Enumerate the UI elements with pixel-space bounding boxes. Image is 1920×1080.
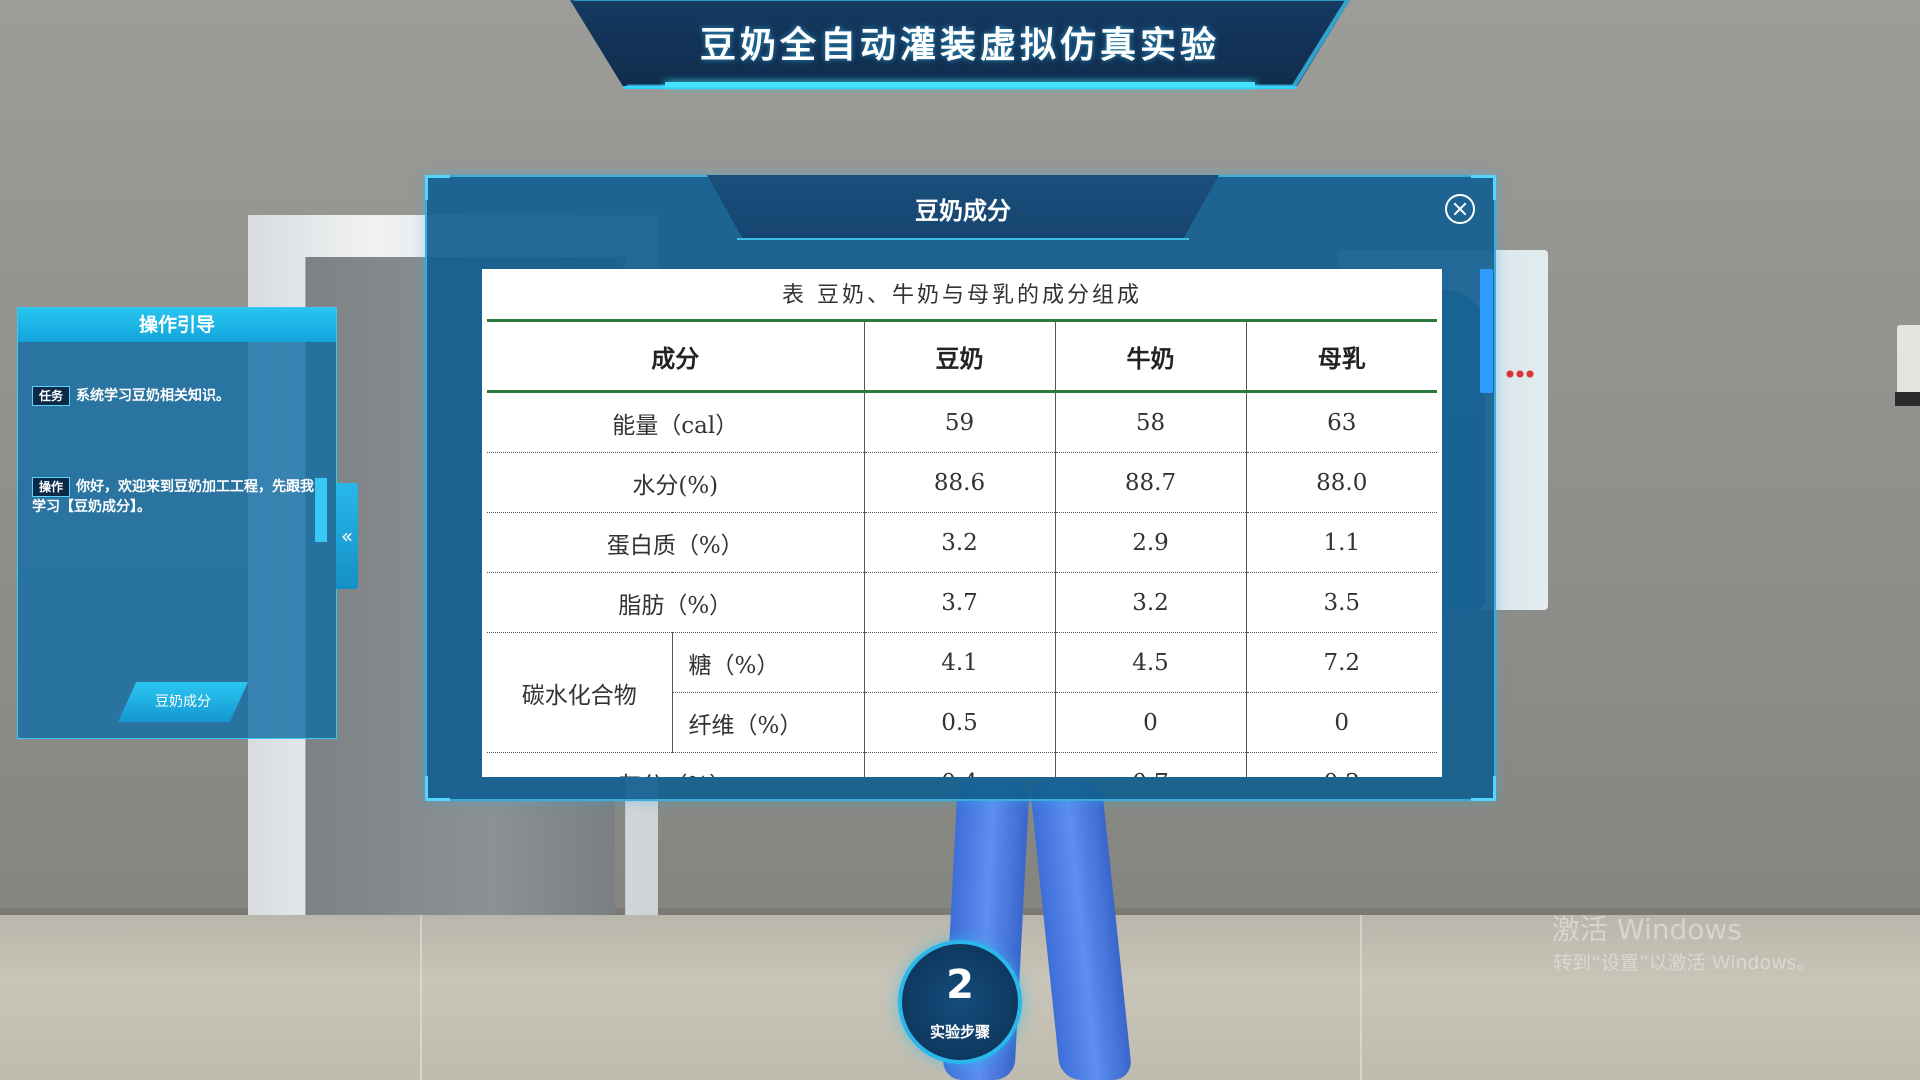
table-cell: 3.7 [864,572,1056,633]
group-label: 碳水化合物 [487,632,673,753]
table-cell: 59 [864,391,1056,453]
column-header: 豆奶 [864,319,1056,393]
close-icon[interactable] [1445,194,1475,224]
table-cell: 3.5 [1246,572,1437,633]
operation-guide-panel: 操作引导 任务 系统学习豆奶相关知识。 操作 你好，欢迎来到豆奶加工工程，先跟我学习… [17,307,337,739]
floor-seam [420,915,422,1080]
modal-corner [1471,175,1496,200]
guide-edge-bar [315,478,327,542]
row-label: 灰分（%） [487,752,865,777]
row-label: 糖（%） [672,632,865,693]
row-label: 能量（cal） [487,391,865,453]
column-header: 成分 [487,319,865,393]
column-header: 牛奶 [1055,319,1247,393]
table-cell: 0.7 [1055,752,1247,777]
table-cell: 0 [1055,692,1247,753]
column-header: 母乳 [1246,319,1437,393]
table-cell: 4.1 [864,632,1056,693]
wall-device-base [1895,392,1920,406]
task-tag: 任务 [32,386,71,406]
guide-task: 任务 系统学习豆奶相关知识。 [32,386,327,406]
app-title: 豆奶全自动灌装虚拟仿真实验 [699,25,1220,66]
poster-dots [1505,370,1535,378]
table-row-partial: 灰分（%） 0.4 0.7 0.2 [487,752,1437,777]
guide-operation: 操作 你好，欢迎来到豆奶加工工程，先跟我学习【豆奶成分】。 [32,477,327,517]
row-label: 纤维（%） [672,692,865,753]
table-cell: 0 [1246,692,1437,753]
table-cell: 0.2 [1246,752,1437,777]
table-header-row: 成分 豆奶 牛奶 母乳 [487,319,1437,393]
activation-watermark-hint: 转到“设置”以激活 Windows。 [1553,952,1816,974]
row-label: 蛋白质（%） [487,512,865,573]
modal-title-underline [737,238,1189,240]
activation-watermark: 激活 Windows [1552,913,1742,946]
table-cell: 3.2 [1055,572,1247,633]
collapse-guide-button[interactable]: « [336,483,358,589]
table-cell: 88.0 [1246,452,1437,513]
table-cell: 3.2 [864,512,1056,573]
table-cell: 0.5 [864,692,1056,753]
modal-corner [425,776,450,801]
modal-scrollbar[interactable] [1480,269,1493,393]
table-cell: 63 [1246,391,1437,453]
table-cell: 88.7 [1055,452,1247,513]
soymilk-ingredients-button[interactable]: 豆奶成分 [118,682,248,722]
table-cell: 88.6 [864,452,1056,513]
table-cell: 7.2 [1246,632,1437,693]
table-image: 表 豆奶、牛奶与母乳的成分组成 成分 豆奶 牛奶 母乳 能量（cal） 59 5… [482,269,1442,777]
operation-text: 你好，欢迎来到豆奶加工工程，先跟我学习【豆奶成分】。 [32,479,315,515]
table-cell: 2.9 [1055,512,1247,573]
task-text: 系统学习豆奶相关知识。 [76,388,231,404]
guide-header: 操作引导 [18,308,336,342]
modal-title: 豆奶成分 [915,197,1011,225]
table-row: 能量（cal） 59 58 63 [487,391,1437,453]
step-label: 实验步骤 [929,1023,990,1041]
table-row: 碳水化合物 糖（%） 4.1 4.5 7.2 [487,632,1437,753]
table-cell: 1.1 [1246,512,1437,573]
right-leg [1029,780,1133,1080]
table-cell: 4.5 [1055,632,1247,693]
table-row: 蛋白质（%） 3.2 2.9 1.1 [487,512,1437,573]
step-number: 2 [946,962,974,1008]
row-label: 脂肪（%） [487,572,865,633]
composition-table: 成分 豆奶 牛奶 母乳 能量（cal） 59 58 63 水分(%) 88.6 … [487,319,1437,777]
title-glow-line [665,82,1255,87]
floor-seam [1360,915,1362,1080]
ingredients-modal: 豆奶成分 表 豆奶、牛奶与母乳的成分组成 成分 豆奶 牛奶 母乳 能量（cal）… [425,175,1496,801]
table-cell: 0.4 [864,752,1056,777]
table-cell: 58 [1055,391,1247,453]
operation-tag: 操作 [32,477,71,497]
row-label: 水分(%) [487,452,865,513]
table-row: 水分(%) 88.6 88.7 88.0 [487,452,1437,513]
table-caption: 表 豆奶、牛奶与母乳的成分组成 [782,283,1142,308]
modal-corner [1471,776,1496,801]
modal-corner [425,175,450,200]
table-row: 脂肪（%） 3.7 3.2 3.5 [487,572,1437,633]
